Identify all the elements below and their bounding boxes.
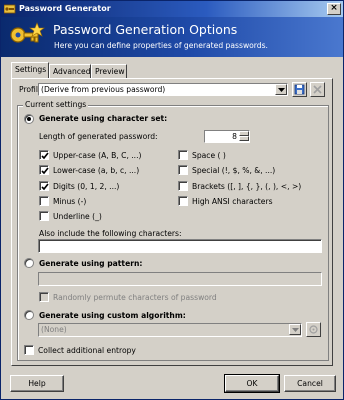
length-label: Length of generated password:: [39, 132, 158, 141]
keepass-key-icon: [4, 4, 16, 14]
save-profile-button[interactable]: [292, 82, 307, 97]
profile-dropdown[interactable]: (Derive from previous password): [38, 83, 288, 96]
underline-checkbox[interactable]: [39, 211, 49, 221]
ok-button[interactable]: OK: [224, 374, 280, 393]
high-ansi-checkbox[interactable]: [178, 196, 188, 206]
checkmark-icon: [41, 167, 49, 175]
special-label: Special (!, $, %, &, ...): [192, 166, 276, 175]
length-stepper[interactable]: 8: [204, 130, 250, 143]
tab-settings[interactable]: Settings: [11, 62, 49, 78]
title-bar[interactable]: Password Generator ×: [1, 1, 343, 17]
minus-checkbox[interactable]: [39, 196, 49, 206]
current-settings-legend: Current settings: [23, 100, 89, 109]
brackets-label: Brackets ([, ], {, }, (, ), <, >): [192, 182, 302, 191]
algorithm-options-button[interactable]: [306, 322, 321, 337]
custom-algorithm-value: (None): [41, 325, 67, 334]
charset-mode-label: Generate using character set:: [39, 114, 168, 123]
entropy-checkbox[interactable]: [24, 345, 34, 355]
space-checkbox[interactable]: [178, 150, 188, 160]
checkmark-icon: [41, 152, 49, 160]
custom-algorithm-label: Generate using custom algorithm:: [39, 311, 186, 320]
uppercase-checkbox[interactable]: [39, 150, 49, 160]
pattern-mode-radio[interactable]: [24, 258, 34, 268]
custom-algorithm-radio[interactable]: [24, 310, 34, 320]
options-icon: [309, 325, 318, 334]
uppercase-label: Upper-case (A, B, C, ...): [53, 151, 142, 160]
close-window-button[interactable]: ×: [327, 3, 341, 15]
cancel-button[interactable]: Cancel: [284, 375, 336, 392]
length-down-button[interactable]: [239, 136, 249, 141]
profile-dropdown-button[interactable]: [275, 84, 287, 95]
save-icon: [294, 84, 305, 95]
pattern-input[interactable]: [38, 272, 322, 286]
chevron-down-icon: [278, 88, 285, 92]
also-include-input[interactable]: [38, 239, 322, 253]
length-value: 8: [232, 132, 237, 141]
underline-label: Underline (_): [53, 212, 102, 221]
entropy-label: Collect additional entropy: [38, 346, 136, 355]
tab-advanced[interactable]: Advanced: [49, 64, 91, 78]
high-ansi-label: High ANSI characters: [192, 197, 273, 206]
key-generator-icon: [10, 22, 45, 43]
radio-selected-dot: [27, 117, 31, 121]
custom-algorithm-dropdown-button[interactable]: [289, 324, 301, 335]
delete-profile-button[interactable]: [310, 82, 325, 97]
banner-subtitle: Here you can define properties of genera…: [54, 41, 268, 50]
pattern-mode-label: Generate using pattern:: [39, 259, 143, 268]
profile-dropdown-value: (Derive from previous password): [41, 85, 166, 94]
permute-checkbox[interactable]: [39, 292, 49, 302]
also-include-label: Also include the following characters:: [39, 229, 182, 238]
window-title: Password Generator: [19, 4, 111, 13]
permute-label: Randomly permute characters of password: [53, 293, 217, 302]
space-label: Space ( ): [192, 151, 226, 160]
minus-label: Minus (-): [53, 197, 87, 206]
header-banner: Password Generation Options Here you can…: [1, 17, 343, 57]
digits-label: Digits (0, 1, 2, ...): [53, 182, 120, 191]
delete-icon: [313, 85, 322, 94]
lowercase-label: Lower-case (a, b, c, ...): [53, 166, 140, 175]
charset-mode-radio[interactable]: [24, 114, 34, 124]
checkmark-icon: [41, 183, 49, 191]
chevron-down-icon: [292, 328, 299, 332]
digits-checkbox[interactable]: [39, 181, 49, 191]
brackets-checkbox[interactable]: [178, 181, 188, 191]
password-generator-window: Password Generator × Password Generation…: [0, 0, 344, 400]
custom-algorithm-dropdown[interactable]: (None): [38, 323, 302, 337]
special-checkbox[interactable]: [178, 165, 188, 175]
tab-preview[interactable]: Preview: [91, 64, 127, 78]
banner-title: Password Generation Options: [53, 22, 238, 37]
help-button[interactable]: Help: [10, 375, 64, 392]
lowercase-checkbox[interactable]: [39, 165, 49, 175]
